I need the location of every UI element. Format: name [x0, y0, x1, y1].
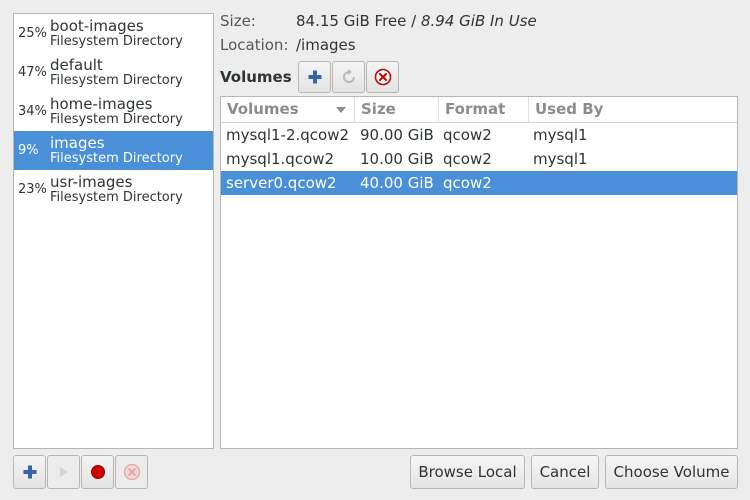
- pool-usage-percent: 9%: [18, 143, 39, 158]
- table-row[interactable]: mysql1-2.qcow2 90.00 GiB qcow2 mysql1: [221, 123, 737, 147]
- volumes-table[interactable]: Volumes Size Format Used By mysql1-2.qco…: [220, 96, 738, 449]
- size-separator: /: [406, 12, 421, 30]
- delete-icon: [374, 68, 391, 86]
- refresh-volumes-button[interactable]: [332, 61, 365, 93]
- add-icon: [23, 465, 36, 479]
- volume-format: qcow2: [443, 126, 492, 144]
- pool-usage-percent: 47%: [18, 65, 47, 80]
- pool-item-usr-images[interactable]: 23% usr-images Filesystem Directory: [14, 170, 213, 209]
- play-icon: [59, 467, 68, 477]
- volume-name: mysql1.qcow2: [226, 150, 335, 168]
- pool-usage-percent: 23%: [18, 182, 47, 197]
- column-header-volumes[interactable]: Volumes: [221, 97, 355, 122]
- pool-usage-percent: 34%: [18, 104, 47, 119]
- location-value: /images: [296, 36, 356, 54]
- volume-format: qcow2: [443, 174, 492, 192]
- volume-size: 40.00 GiB: [360, 174, 434, 192]
- pool-type: Filesystem Directory: [50, 33, 183, 49]
- choose-volume-button[interactable]: Choose Volume: [605, 455, 738, 489]
- table-row[interactable]: server0.qcow2 40.00 GiB qcow2: [221, 171, 737, 195]
- volume-size: 10.00 GiB: [360, 150, 434, 168]
- pool-name: images: [50, 133, 105, 152]
- table-row[interactable]: mysql1.qcow2 10.00 GiB qcow2 mysql1: [221, 147, 737, 171]
- volumes-table-header: Volumes Size Format Used By: [221, 97, 737, 123]
- volume-format: qcow2: [443, 150, 492, 168]
- volume-name: mysql1-2.qcow2: [226, 126, 350, 144]
- pool-item-images[interactable]: 9% images Filesystem Directory: [14, 131, 213, 170]
- add-icon: [308, 70, 321, 84]
- column-header-used-by[interactable]: Used By: [529, 97, 737, 122]
- delete-icon: [123, 463, 140, 481]
- delete-volume-button[interactable]: [366, 61, 399, 93]
- pool-name: home-images: [50, 94, 153, 113]
- pool-item-default[interactable]: 47% default Filesystem Directory: [14, 53, 213, 92]
- pool-type: Filesystem Directory: [50, 111, 183, 127]
- add-pool-button[interactable]: [13, 455, 46, 489]
- volume-used-by: mysql1: [533, 126, 588, 144]
- column-header-size[interactable]: Size: [355, 97, 439, 122]
- column-header-format[interactable]: Format: [439, 97, 529, 122]
- in-use-space: 8.94 GiB In Use: [420, 12, 537, 30]
- storage-pool-list[interactable]: 25% boot-images Filesystem Directory 47%…: [13, 13, 214, 449]
- delete-pool-button[interactable]: [115, 455, 148, 489]
- browse-local-button[interactable]: Browse Local: [410, 455, 525, 489]
- size-label: Size:: [220, 12, 256, 30]
- cancel-button[interactable]: Cancel: [531, 455, 599, 489]
- pool-usage-percent: 25%: [18, 26, 47, 41]
- pool-item-boot-images[interactable]: 25% boot-images Filesystem Directory: [14, 14, 213, 53]
- volumes-heading: Volumes: [220, 68, 292, 86]
- volume-name: server0.qcow2: [226, 174, 337, 192]
- add-volume-button[interactable]: [298, 61, 331, 93]
- pool-name: usr-images: [50, 172, 133, 191]
- volume-used-by: mysql1: [533, 150, 588, 168]
- stop-pool-button[interactable]: [81, 455, 114, 489]
- free-space: 84.15 GiB Free: [296, 12, 407, 30]
- pool-name: default: [50, 55, 103, 74]
- volume-size: 90.00 GiB: [360, 126, 434, 144]
- pool-item-home-images[interactable]: 34% home-images Filesystem Directory: [14, 92, 213, 131]
- pool-type: Filesystem Directory: [50, 189, 183, 205]
- pool-name: boot-images: [50, 16, 144, 35]
- stop-icon: [90, 465, 105, 479]
- location-label: Location:: [220, 36, 289, 54]
- size-value: 84.15 GiB Free / 8.94 GiB In Use: [296, 12, 537, 30]
- refresh-icon: [342, 69, 355, 83]
- sort-arrow-icon: [336, 107, 346, 113]
- pool-type: Filesystem Directory: [50, 150, 183, 166]
- start-pool-button[interactable]: [47, 455, 80, 489]
- pool-type: Filesystem Directory: [50, 72, 183, 88]
